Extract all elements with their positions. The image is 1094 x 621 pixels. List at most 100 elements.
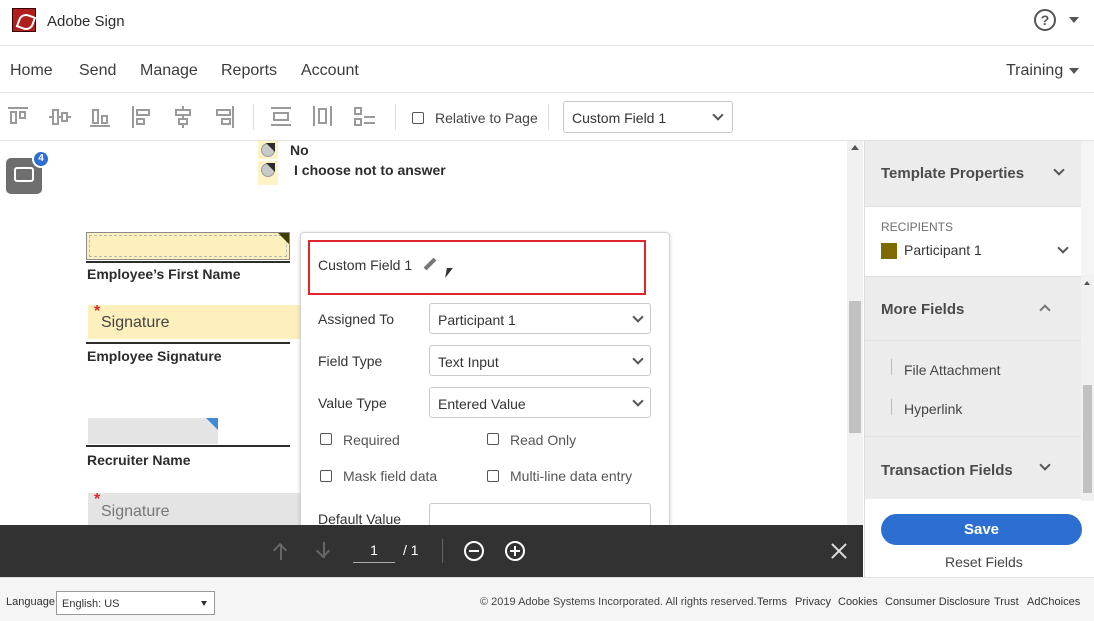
chevron-down-icon xyxy=(632,311,644,323)
multi-line-checkbox[interactable] xyxy=(487,470,499,482)
toolbar-divider xyxy=(548,104,549,130)
user-menu[interactable]: Training xyxy=(1006,62,1063,80)
arrow-up-icon[interactable] xyxy=(272,542,290,560)
cookies-link[interactable]: Cookies xyxy=(838,596,878,608)
radio-no-answer[interactable] xyxy=(258,161,278,185)
help-menu-chevron-icon[interactable] xyxy=(1069,17,1079,23)
alignment-toolbar: Relative to Page xyxy=(0,94,1094,141)
option-label: I choose not to answer xyxy=(294,162,446,178)
participant-name[interactable]: Participant 1 xyxy=(904,242,982,258)
chevron-up-icon xyxy=(1039,304,1051,316)
chevron-down-icon xyxy=(1039,459,1051,471)
copyright: © 2019 Adobe Systems Incorporated. All r… xyxy=(480,596,757,608)
align-right-icon[interactable] xyxy=(213,106,235,128)
assigned-to-label: Assigned To xyxy=(318,311,395,327)
comments-button[interactable]: 4 xyxy=(6,150,50,194)
comment-icon xyxy=(14,167,34,182)
hyperlink-field[interactable]: Hyperlink xyxy=(904,401,962,417)
file-attachment-field[interactable]: File Attachment xyxy=(904,362,1001,378)
arrow-down-icon[interactable] xyxy=(315,542,333,560)
multi-line-label: Multi-line data entry xyxy=(510,468,633,484)
field-type-label: Field Type xyxy=(318,353,383,369)
match-size-icon[interactable] xyxy=(353,106,375,128)
terms-link[interactable]: Terms xyxy=(757,596,787,608)
chevron-down-icon xyxy=(712,109,724,121)
distribute-horizontal-icon[interactable] xyxy=(312,106,334,128)
value-type-select[interactable]: Entered Value xyxy=(429,387,651,418)
zoom-out-icon[interactable] xyxy=(464,541,484,561)
value-type-label: Value Type xyxy=(318,395,387,411)
more-fields-title: More Fields xyxy=(881,301,965,318)
radio-no[interactable] xyxy=(258,141,278,159)
adchoices-link[interactable]: AdChoices xyxy=(1027,596,1080,608)
signature-placeholder: Signature xyxy=(101,503,170,520)
underline xyxy=(86,261,290,263)
align-center-icon[interactable] xyxy=(172,106,194,128)
align-left-icon[interactable] xyxy=(131,106,153,128)
align-middle-icon[interactable] xyxy=(49,106,71,128)
field-select-dropdown[interactable]: Custom Field 1 xyxy=(563,101,733,133)
required-label: Required xyxy=(343,432,400,448)
scroll-up-icon[interactable] xyxy=(851,145,859,150)
align-bottom-icon[interactable] xyxy=(90,106,112,128)
consumer-disclosure-link[interactable]: Consumer Disclosure xyxy=(885,596,990,608)
nav-home[interactable]: Home xyxy=(10,62,53,80)
privacy-link[interactable]: Privacy xyxy=(795,596,831,608)
default-value-input[interactable] xyxy=(429,503,651,525)
nav-send[interactable]: Send xyxy=(79,62,116,80)
required-asterisk: * xyxy=(94,491,101,508)
page-number-input[interactable]: 1 xyxy=(353,542,395,563)
language-label: Language xyxy=(6,596,55,608)
scroll-thumb[interactable] xyxy=(1083,385,1092,493)
toolbar-divider xyxy=(395,104,396,130)
page-total: / 1 xyxy=(403,542,419,558)
option-label: No xyxy=(290,142,309,158)
user-menu-chevron-icon[interactable] xyxy=(1069,68,1079,74)
first-name-text-field[interactable] xyxy=(86,232,290,260)
transaction-fields-section[interactable]: Transaction Fields xyxy=(865,437,1081,499)
mask-field-checkbox[interactable] xyxy=(320,470,332,482)
distribute-vertical-icon[interactable] xyxy=(271,106,293,128)
chevron-down-icon xyxy=(632,395,644,407)
reset-fields-link[interactable]: Reset Fields xyxy=(945,554,1023,570)
underline xyxy=(86,445,290,447)
field-type-select[interactable]: Text Input xyxy=(429,345,651,376)
scroll-up-icon[interactable] xyxy=(1084,281,1090,285)
nav-reports[interactable]: Reports xyxy=(221,62,277,80)
employee-signature-label: Employee Signature xyxy=(87,348,222,364)
recruiter-name-label: Recruiter Name xyxy=(87,452,191,468)
save-button[interactable]: Save xyxy=(881,514,1082,545)
edit-pencil-icon[interactable] xyxy=(422,257,438,273)
align-top-icon[interactable] xyxy=(8,106,30,128)
recruiter-name-field[interactable] xyxy=(88,418,218,444)
assigned-to-select[interactable]: Participant 1 xyxy=(429,303,651,334)
recipients-heading: RECIPIENTS xyxy=(881,220,954,234)
adobe-logo-icon xyxy=(12,8,36,32)
employee-signature-field[interactable]: * Signature xyxy=(88,303,300,339)
right-panel: Template Properties RECIPIENTS Participa… xyxy=(864,141,1094,577)
language-select[interactable]: English: US xyxy=(56,591,215,615)
help-icon[interactable]: ? xyxy=(1034,9,1056,31)
read-only-checkbox[interactable] xyxy=(487,433,499,445)
recruiter-signature-field[interactable]: * Signature xyxy=(88,491,300,525)
relative-to-page-label: Relative to Page xyxy=(435,110,538,126)
chevron-down-icon[interactable] xyxy=(1057,242,1069,254)
trust-link[interactable]: Trust xyxy=(994,596,1019,608)
field-name[interactable]: Custom Field 1 xyxy=(318,257,412,273)
recipients-section: RECIPIENTS Participant 1 xyxy=(865,207,1081,277)
relative-to-page-checkbox[interactable] xyxy=(412,112,424,124)
document-scrollbar[interactable] xyxy=(847,141,863,525)
scroll-thumb[interactable] xyxy=(849,301,861,433)
app-title: Adobe Sign xyxy=(47,13,125,30)
required-checkbox[interactable] xyxy=(320,433,332,445)
more-fields-section[interactable]: More Fields xyxy=(865,277,1081,341)
zoom-in-icon[interactable] xyxy=(505,541,525,561)
nav-account[interactable]: Account xyxy=(301,62,359,80)
document-canvas: 4 No I choose not to answer Employee’s F… xyxy=(0,141,863,525)
assigned-to-value: Participant 1 xyxy=(438,312,516,328)
nav-manage[interactable]: Manage xyxy=(140,62,198,80)
template-properties-section[interactable]: Template Properties xyxy=(865,141,1081,207)
mask-field-label: Mask field data xyxy=(343,468,438,484)
right-panel-scrollbar[interactable] xyxy=(1081,275,1094,501)
close-icon[interactable] xyxy=(830,542,848,560)
